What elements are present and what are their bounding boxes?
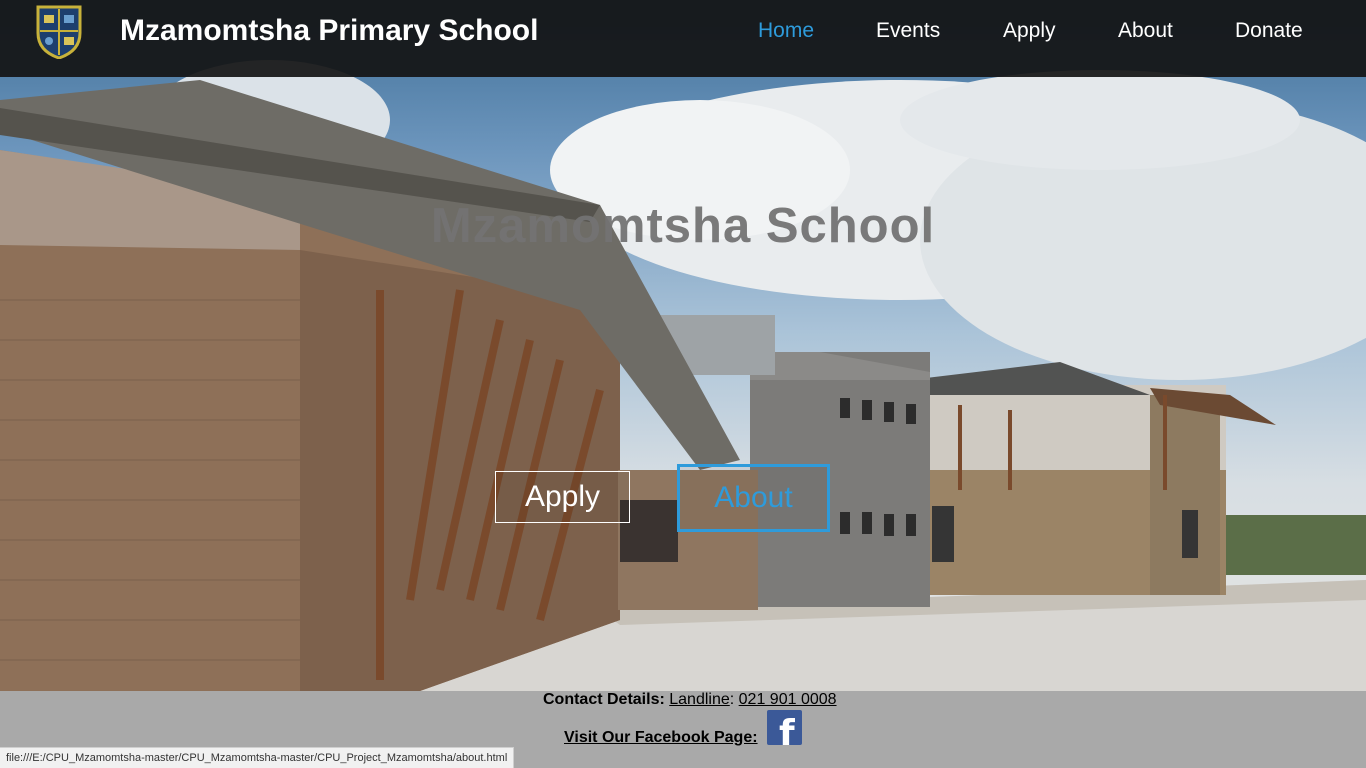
apply-button[interactable]: Apply: [495, 471, 630, 523]
hero-heading: Mzamomtsha School: [430, 199, 936, 253]
nav-link-about[interactable]: About: [1118, 19, 1173, 43]
school-crest-icon[interactable]: [34, 3, 84, 59]
facebook-icon[interactable]: f: [767, 710, 802, 745]
school-building-photo: [0, 60, 1366, 691]
nav-link-events[interactable]: Events: [876, 19, 940, 43]
site-title[interactable]: Mzamomtsha Primary School: [120, 14, 538, 48]
landline-colon: :: [729, 691, 735, 708]
landline-link[interactable]: Landline: [669, 691, 730, 708]
nav-link-apply[interactable]: Apply: [1003, 19, 1056, 43]
facebook-f-glyph: f: [779, 713, 795, 745]
contact-details: Contact Details: Landline: 021 901 0008: [543, 691, 837, 709]
browser-status-bar: file:///E:/CPU_Mzamomtsha-master/CPU_Mza…: [0, 747, 515, 768]
contact-heading: Contact Details:: [543, 691, 665, 708]
nav-link-donate[interactable]: Donate: [1235, 19, 1303, 43]
landline-number[interactable]: 021 901 0008: [739, 691, 837, 708]
top-navbar: Mzamomtsha Primary School Home Events Ap…: [0, 0, 1366, 77]
facebook-link-text[interactable]: Visit Our Facebook Page:: [564, 729, 758, 747]
hero-banner: [0, 0, 1366, 691]
nav-link-home[interactable]: Home: [758, 19, 814, 43]
about-button[interactable]: About: [677, 464, 830, 532]
